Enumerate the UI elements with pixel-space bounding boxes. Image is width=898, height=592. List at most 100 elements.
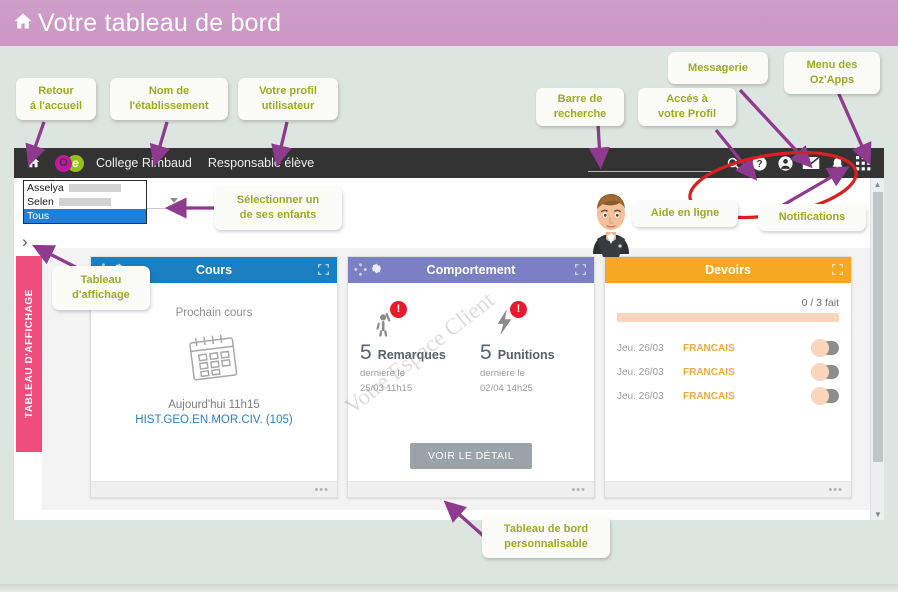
widget-comportement-footer: •••: [348, 481, 594, 497]
widget-devoirs: Devoirs 0 / 3 fait Jeu. 26/03 FRANCAIS J…: [604, 256, 852, 498]
homework-subject[interactable]: FRANCAIS: [683, 367, 811, 378]
homework-date: Jeu. 26/03: [617, 390, 664, 402]
behaviour-count-row: 5 Remarques: [360, 341, 462, 365]
child-option-2[interactable]: Tous: [24, 209, 146, 223]
establishment-name[interactable]: College Rimbaud: [96, 156, 192, 170]
side-tab-label: TABLEAU D'AFFICHAGE: [23, 289, 35, 419]
dashboard-area: Cours Prochain cours Aujourd'hui 11h15 H…: [42, 248, 870, 510]
child-option-1[interactable]: Selen: [24, 195, 146, 209]
behaviour-count: 5: [480, 341, 492, 364]
callout-tableau-personnalisable: Tableau de bord personnalisable: [482, 516, 610, 558]
expand-icon[interactable]: [575, 264, 586, 278]
oze-logo[interactable]: O e: [55, 154, 84, 172]
behaviour-count-row: 5 Punitions: [480, 341, 582, 365]
homework-done-toggle[interactable]: [811, 387, 839, 405]
homework-row[interactable]: Jeu. 26/03 FRANCAIS: [617, 360, 839, 384]
widget-devoirs-header: Devoirs: [605, 257, 851, 283]
move-handle-icon[interactable]: [354, 263, 367, 279]
homework-done-toggle[interactable]: [811, 339, 839, 357]
page-header: Votre tableau de bord: [0, 0, 898, 46]
person-raised-hand-icon: !: [360, 299, 462, 337]
oze-logo-o: O: [55, 154, 72, 172]
behaviour-last-label: dernière le: [480, 368, 525, 379]
page-title: Votre tableau de bord: [38, 8, 282, 37]
profile-icon[interactable]: [772, 150, 798, 176]
app-window: O e College Rimbaud Responsable élève ?: [14, 148, 884, 520]
widget-comportement-title: Comportement: [426, 263, 516, 277]
callout-selectionner-enfant: Sélectionner un de ses enfants: [214, 186, 342, 230]
scroll-down-icon[interactable]: ▼: [871, 508, 884, 520]
homework-list: Jeu. 26/03 FRANCAIS Jeu. 26/03 FRANCAIS …: [617, 336, 839, 408]
homework-subject[interactable]: FRANCAIS: [683, 343, 811, 354]
behaviour-count: 5: [360, 341, 372, 364]
behaviour-items: ! 5 Remarques dernière le 25/03 11h15 ! …: [360, 299, 582, 395]
callout-barre-recherche: Barre de recherche: [536, 88, 624, 126]
alert-badge: !: [510, 301, 527, 318]
child-option-label: Asselya: [27, 182, 64, 194]
mail-icon[interactable]: [798, 150, 824, 176]
gear-icon[interactable]: [370, 262, 383, 278]
behaviour-label[interactable]: Punitions: [498, 348, 555, 362]
expand-icon[interactable]: [832, 264, 843, 278]
behaviour-last-value: 02/04 14h25: [480, 382, 533, 394]
voir-le-detail-button[interactable]: VOIR LE DÉTAIL: [410, 443, 532, 469]
user-profile-role[interactable]: Responsable élève: [208, 156, 314, 170]
widget-cours-footer: •••: [91, 481, 337, 497]
navbar-actions: ?: [588, 150, 884, 176]
chevron-down-icon: [170, 198, 178, 203]
navbar-home-icon[interactable]: [26, 155, 41, 172]
widget-comportement: Comportement ! 5 Remarques dernière le 2…: [347, 256, 595, 498]
widget-cours-body: Prochain cours Aujourd'hui 11h15 HIST.GE…: [91, 283, 337, 481]
widget-more-icon[interactable]: •••: [314, 485, 329, 496]
help-icon[interactable]: ?: [746, 150, 772, 176]
search-icon[interactable]: [720, 150, 746, 176]
calendar-icon: [103, 331, 325, 383]
expand-icon[interactable]: [318, 264, 329, 278]
apps-grid-icon[interactable]: [850, 150, 876, 176]
behaviour-last-value: 25/03 11h15: [360, 382, 413, 394]
svg-text:?: ?: [756, 159, 762, 170]
screenshot-root: Votre tableau de bord O e College Rimbau…: [0, 0, 898, 592]
behaviour-label[interactable]: Remarques: [378, 348, 446, 362]
side-tab-tableau-affichage[interactable]: TABLEAU D'AFFICHAGE: [16, 256, 42, 452]
callout-messagerie: Messagerie: [668, 52, 768, 84]
alert-badge: !: [390, 301, 407, 318]
callout-retour-accueil: Retour á l'accueil: [16, 78, 96, 120]
widget-devoirs-footer: •••: [605, 481, 851, 497]
bell-icon[interactable]: [824, 150, 850, 176]
child-option-label: Selen: [27, 196, 54, 208]
homework-date: Jeu. 26/03: [617, 342, 664, 354]
behaviour-item-remarques: ! 5 Remarques dernière le 25/03 11h15: [360, 299, 462, 395]
widget-more-icon[interactable]: •••: [571, 485, 586, 496]
sidebar-toggle-chevron-right-icon[interactable]: ›: [22, 232, 28, 252]
homework-row[interactable]: Jeu. 26/03 FRANCAIS: [617, 336, 839, 360]
widget-devoirs-body: 0 / 3 fait Jeu. 26/03 FRANCAIS Jeu. 26/0…: [605, 283, 851, 481]
app-navbar: O e College Rimbaud Responsable élève ?: [14, 148, 884, 178]
callout-notifications: Notifications: [758, 204, 866, 231]
homework-subject[interactable]: FRANCAIS: [683, 391, 811, 402]
next-course-time: Aujourd'hui 11h15: [168, 399, 260, 411]
homework-progress-bar: [617, 313, 839, 322]
scroll-up-icon[interactable]: ▲: [871, 178, 884, 190]
callout-menu-ozapps: Menu des Oz'Apps: [784, 52, 880, 94]
search-input[interactable]: [588, 154, 716, 172]
callout-tableau-affichage: Tableau d'affichage: [52, 266, 150, 310]
child-option-label: Tous: [27, 210, 50, 222]
widget-more-icon[interactable]: •••: [828, 485, 843, 496]
behaviour-item-punitions: ! 5 Punitions dernière le 02/04 14h25: [480, 299, 582, 395]
homework-row[interactable]: Jeu. 26/03 FRANCAIS: [617, 384, 839, 408]
widget-comportement-header: Comportement: [348, 257, 594, 283]
widget-devoirs-title: Devoirs: [705, 263, 751, 277]
child-option-0[interactable]: Asselya: [24, 181, 146, 195]
callout-profil-utilisateur: Votre profil utilisateur: [238, 78, 338, 120]
next-course-subject[interactable]: HIST.GEO.EN.MOR.CIV. (105): [103, 414, 325, 426]
homework-done-toggle[interactable]: [811, 363, 839, 381]
homework-progress-text: 0 / 3 fait: [801, 297, 839, 309]
homework-date: Jeu. 26/03: [617, 366, 664, 378]
vertical-scrollbar[interactable]: ▲ ▼: [870, 178, 884, 520]
callout-aide-en-ligne: Aide en ligne: [632, 200, 738, 227]
behaviour-last-label: dernière le: [360, 368, 405, 379]
scrollbar-thumb[interactable]: [873, 192, 883, 462]
child-selector-dropdown[interactable]: Asselya Selen Tous: [23, 180, 147, 224]
home-icon: [12, 11, 34, 35]
